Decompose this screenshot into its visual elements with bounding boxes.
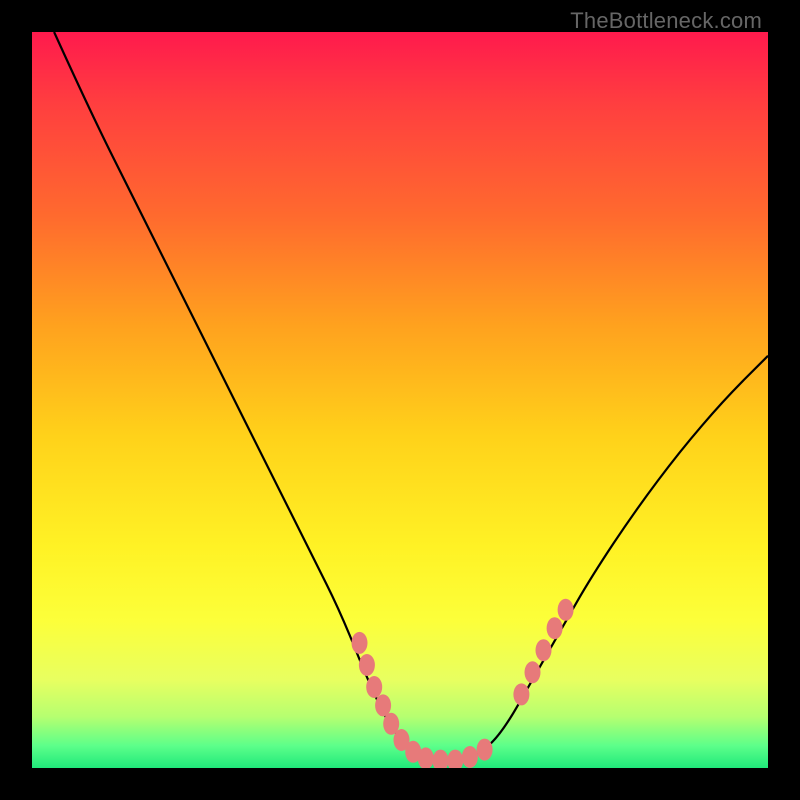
curve-marker: [366, 676, 382, 698]
curve-svg: [32, 32, 768, 768]
curve-marker: [525, 661, 541, 683]
curve-marker: [536, 639, 552, 661]
curve-marker: [462, 746, 478, 768]
curve-marker: [352, 632, 368, 654]
curve-marker: [375, 694, 391, 716]
curve-marker: [513, 683, 529, 705]
curve-marker: [359, 654, 375, 676]
curve-marker: [558, 599, 574, 621]
curve-marker: [547, 617, 563, 639]
curve-markers: [352, 599, 574, 768]
curve-marker: [433, 750, 449, 768]
chart-frame: TheBottleneck.com: [0, 0, 800, 800]
attribution-text: TheBottleneck.com: [570, 8, 762, 34]
curve-marker: [477, 739, 493, 761]
plot-area: [32, 32, 768, 768]
curve-marker: [447, 750, 463, 768]
bottleneck-curve: [54, 32, 768, 761]
